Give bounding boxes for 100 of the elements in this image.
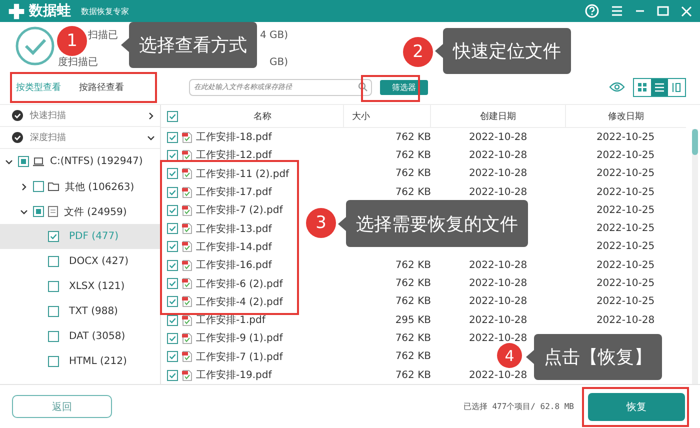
file-name: 工作安排-19.pdf <box>196 368 272 382</box>
pdf-file-icon <box>182 260 192 271</box>
checkbox[interactable] <box>48 281 59 292</box>
checkbox[interactable] <box>48 256 59 267</box>
modified-date: 2022-10-25 <box>596 168 655 180</box>
chevron-down-icon[interactable] <box>147 134 155 142</box>
checkbox[interactable] <box>167 132 178 143</box>
checkbox[interactable] <box>48 356 59 367</box>
chevron-right-icon[interactable] <box>20 182 28 190</box>
tree-item[interactable]: XLSX (121) <box>0 274 160 299</box>
column-header[interactable]: 修改日期 <box>566 105 686 127</box>
pdf-file-icon <box>182 150 192 161</box>
minimize-icon[interactable] <box>635 9 645 13</box>
folder-icon <box>48 182 59 191</box>
file-name: 工作安排-6 (2).pdf <box>196 278 283 291</box>
checkbox[interactable] <box>48 331 59 342</box>
checkbox[interactable] <box>167 351 178 362</box>
file-size: 295 KB <box>395 314 431 326</box>
modified-date: 2022-10-25 <box>596 186 655 198</box>
column-header[interactable]: 名称 <box>182 110 343 122</box>
checkbox[interactable] <box>167 296 178 308</box>
scan-mode-item[interactable]: 快速扫描 <box>0 105 160 127</box>
search-icon[interactable] <box>358 82 368 92</box>
column-header[interactable]: 创建日期 <box>431 105 566 127</box>
checkbox[interactable] <box>48 231 59 242</box>
pointer-triangle-icon <box>119 38 129 52</box>
tree-item[interactable]: 其他 (106263) <box>0 174 160 199</box>
checkbox[interactable] <box>167 223 178 234</box>
checkbox[interactable] <box>167 241 178 252</box>
file-name: 工作安排-17.pdf <box>196 186 272 200</box>
document-icon <box>48 206 58 217</box>
maximize-icon[interactable] <box>657 6 669 16</box>
checkbox[interactable] <box>48 306 59 317</box>
created-date: 2022-10-28 <box>468 278 528 290</box>
laptop-icon <box>33 156 44 166</box>
scan-mode-item[interactable]: 深度扫描 <box>0 127 160 149</box>
chevron-down-icon[interactable] <box>5 158 13 166</box>
checkbox[interactable] <box>167 186 178 198</box>
pdf-file-icon <box>182 223 192 234</box>
selection-status: 已选择 477个项目/ 62.8 MB <box>463 401 574 412</box>
modified-date: 2022-10-25 <box>596 241 655 252</box>
file-name: 工作安排-16.pdf <box>196 258 272 272</box>
filter-button[interactable]: 筛选器 <box>380 80 428 94</box>
checkbox[interactable] <box>167 260 178 271</box>
check-circle-icon <box>12 110 23 121</box>
created-date: 2022-10-28 <box>468 260 528 271</box>
pdf-file-icon <box>182 132 192 143</box>
pdf-file-icon <box>182 332 192 344</box>
file-size: 762 KB <box>395 168 431 180</box>
menu-icon[interactable] <box>611 5 623 17</box>
chevron-down-icon[interactable] <box>20 208 28 216</box>
modified-date: 2022-10-28 <box>596 314 655 326</box>
created-date: 2022-10-28 <box>468 168 528 180</box>
pdf-file-icon <box>182 278 192 290</box>
eye-icon[interactable] <box>609 82 625 92</box>
chevron-right-icon[interactable] <box>147 112 155 120</box>
tree-item[interactable]: TXT (988) <box>0 299 160 324</box>
list-view-button[interactable] <box>651 78 668 96</box>
file-size: 762 KB <box>395 351 431 362</box>
recover-button[interactable]: 恢复 <box>588 392 685 420</box>
file-size: 762 KB <box>395 186 431 198</box>
view-tab[interactable]: 按路径查看 <box>77 76 126 98</box>
modified-date: 2022-10-25 <box>596 204 655 216</box>
file-size: 762 KB <box>395 278 431 290</box>
checkbox[interactable] <box>167 110 178 122</box>
checkbox[interactable] <box>33 181 44 192</box>
tree-item[interactable]: DAT (3058) <box>0 324 160 349</box>
checkbox[interactable] <box>167 168 178 180</box>
scrollbar[interactable] <box>692 129 698 384</box>
checkbox[interactable] <box>33 206 44 217</box>
pdf-file-icon <box>182 204 192 216</box>
file-size: 762 KB <box>395 260 431 271</box>
file-name: 工作安排-14.pdf <box>196 240 272 254</box>
tree-item[interactable]: C:(NTFS) (192947) <box>0 149 160 174</box>
help-icon[interactable] <box>585 4 599 18</box>
tree-item[interactable]: HTML (212) <box>0 349 160 374</box>
file-name: 工作安排-7 (1).pdf <box>196 350 283 364</box>
checkbox[interactable] <box>167 150 178 161</box>
created-date: 2022-10-28 <box>468 186 528 198</box>
tree-item[interactable]: 文件 (24959) <box>0 199 160 224</box>
pdf-file-icon <box>182 241 192 252</box>
app-subtitle: 数据恢复专家 <box>81 6 129 16</box>
check-circle-icon <box>15 26 55 66</box>
pdf-file-icon <box>182 314 192 326</box>
checkbox[interactable] <box>18 156 29 167</box>
checkbox[interactable] <box>167 204 178 216</box>
file-name: 工作安排-13.pdf <box>196 222 272 236</box>
file-name: 工作安排-12.pdf <box>196 148 272 162</box>
callout: 选择查看方式 <box>119 22 257 68</box>
logo-cross-icon <box>8 2 25 20</box>
tree-item[interactable]: DOCX (427) <box>0 249 160 274</box>
column-header[interactable]: 大小 <box>344 105 431 127</box>
checkbox[interactable] <box>167 278 178 290</box>
checkbox[interactable] <box>167 332 178 344</box>
modified-date: 2022-10-25 <box>596 278 655 290</box>
grid-icon <box>638 82 647 92</box>
highlight-frame <box>361 75 420 102</box>
checkbox[interactable] <box>167 314 178 326</box>
close-icon[interactable] <box>681 6 692 16</box>
checkbox[interactable] <box>167 370 178 380</box>
